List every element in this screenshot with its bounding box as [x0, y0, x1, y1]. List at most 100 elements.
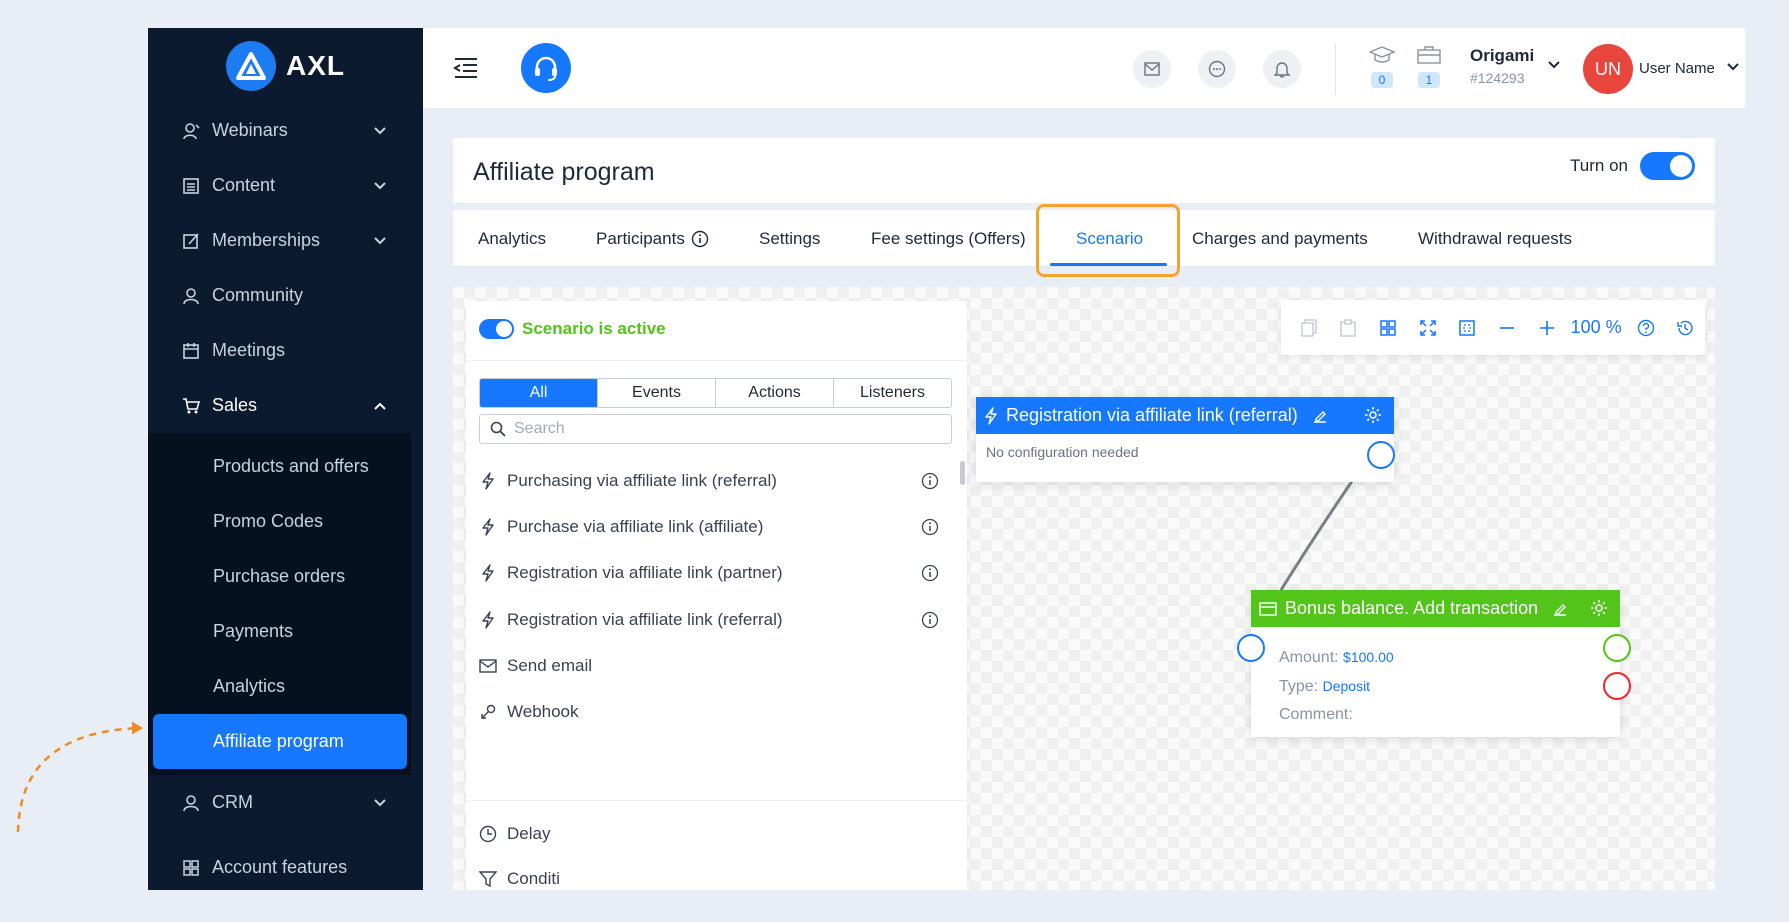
- output-port[interactable]: [1367, 441, 1395, 469]
- error-output-port[interactable]: [1603, 672, 1631, 700]
- type-label: Type:: [1279, 678, 1319, 695]
- user-name[interactable]: User Name: [1639, 60, 1715, 77]
- node-title: Registration via affiliate link (referra…: [1006, 405, 1298, 425]
- sidebar-subitem-payments[interactable]: Payments: [148, 604, 411, 659]
- tab-charges-and-payments[interactable]: Charges and payments: [1192, 229, 1368, 249]
- tab-settings[interactable]: Settings: [759, 229, 820, 249]
- sidebar-item-crm[interactable]: CRM: [148, 775, 423, 830]
- support-button[interactable]: [521, 43, 571, 93]
- trigger-node[interactable]: Registration via affiliate link (referra…: [976, 397, 1395, 482]
- user-icon: [182, 794, 200, 812]
- tab-label: Charges and payments: [1192, 229, 1368, 248]
- menu-toggle-icon[interactable]: [453, 56, 479, 80]
- chat-icon: [1208, 60, 1226, 78]
- courses-counter[interactable]: 0: [1367, 46, 1397, 89]
- webinar-icon: [182, 122, 200, 140]
- sidebar-item-community[interactable]: Community: [148, 268, 423, 323]
- lightning-icon: [985, 406, 997, 425]
- turn-on-label: Turn on: [1570, 156, 1628, 175]
- edit-icon[interactable]: [1552, 601, 1568, 617]
- sidebar-item-memberships[interactable]: Memberships: [148, 213, 423, 268]
- products-counter[interactable]: 1: [1414, 46, 1444, 89]
- graduation-cap-icon: [1368, 46, 1396, 63]
- sidebar-subitem-affiliate-program[interactable]: Affiliate program: [153, 714, 407, 769]
- comment-label: Comment:: [1279, 706, 1353, 723]
- sidebar-item-label: Meetings: [212, 340, 286, 360]
- node-connector: [1279, 440, 1382, 591]
- tab-analytics[interactable]: Analytics: [478, 229, 546, 249]
- sidebar-item-label: Sales: [212, 395, 258, 415]
- messages-button[interactable]: [1133, 50, 1171, 88]
- sidebar-subitem-promo-codes[interactable]: Promo Codes: [148, 494, 411, 549]
- sidebar-subitem-analytics[interactable]: Analytics: [148, 659, 411, 714]
- amount-label: Amount:: [1279, 649, 1339, 666]
- tab-fee-settings[interactable]: Fee settings (Offers): [871, 229, 1026, 249]
- turn-on-control: Turn on: [1570, 152, 1695, 180]
- products-count-badge: 1: [1418, 72, 1440, 88]
- briefcase-icon: [1417, 46, 1441, 64]
- axl-logo-icon: [226, 40, 276, 91]
- comment-row: Comment:: [1279, 701, 1592, 729]
- action-node[interactable]: Bonus balance. Add transaction Amount: $…: [1237, 590, 1631, 737]
- sidebar-item-webinars[interactable]: Webinars: [148, 103, 423, 158]
- tab-participants[interactable]: Participants: [596, 229, 709, 249]
- sidebar-item-label: Community: [212, 285, 304, 305]
- sidebar-item-account-features[interactable]: Account features: [148, 830, 423, 890]
- tab-withdrawal-requests[interactable]: Withdrawal requests: [1418, 229, 1572, 249]
- sidebar-item-label: CRM: [212, 792, 253, 812]
- success-output-port[interactable]: [1603, 634, 1631, 662]
- sales-submenu: Products and offers Promo Codes Purchase…: [148, 433, 411, 775]
- avatar[interactable]: UN: [1583, 44, 1633, 94]
- type-value: Deposit: [1322, 678, 1371, 694]
- top-bar: 0 1 Origami #124293 UN User Name: [423, 28, 1745, 108]
- calendar-icon: [182, 342, 200, 360]
- headset-icon: [535, 56, 557, 81]
- chevron-down-icon: [374, 181, 386, 189]
- info-icon[interactable]: [691, 230, 709, 248]
- topbar-divider: [1335, 43, 1336, 95]
- organization-switcher[interactable]: Origami #124293: [1470, 46, 1534, 86]
- tab-highlight-frame: [1036, 204, 1180, 277]
- node-body: Amount: $100.00 Type: Deposit Comment:: [1251, 627, 1620, 745]
- tab-label: Withdrawal requests: [1418, 229, 1573, 248]
- sidebar-item-label: Webinars: [212, 120, 288, 140]
- turn-on-toggle[interactable]: [1640, 152, 1695, 180]
- user-icon: [182, 287, 200, 305]
- chevron-down-icon: [374, 126, 386, 134]
- chevron-down-icon[interactable]: [1726, 62, 1740, 72]
- chevron-down-icon[interactable]: [1547, 60, 1561, 70]
- page-header: Affiliate program Turn on: [453, 138, 1715, 203]
- amount-row: Amount: $100.00: [1279, 643, 1592, 672]
- sidebar: AXL Webinars Content Memberships Communi…: [148, 28, 423, 890]
- sidebar-item-content[interactable]: Content: [148, 158, 423, 213]
- bell-icon: [1274, 62, 1290, 78]
- node-title: Bonus balance. Add transaction: [1285, 598, 1539, 618]
- node-header: Registration via affiliate link (referra…: [976, 397, 1394, 434]
- scenario-canvas[interactable]: Scenario is active All Events Actions Li…: [453, 287, 1715, 890]
- sidebar-subitem-purchase-orders[interactable]: Purchase orders: [148, 549, 411, 604]
- logo[interactable]: AXL: [148, 28, 423, 103]
- page-title: Affiliate program: [473, 158, 655, 186]
- sidebar-item-label: Account features: [212, 857, 348, 877]
- edit-icon[interactable]: [1312, 408, 1328, 424]
- notifications-button[interactable]: [1263, 50, 1301, 88]
- gear-icon[interactable]: [1364, 406, 1382, 424]
- chevron-down-icon: [374, 798, 386, 806]
- chevron-down-icon: [374, 236, 386, 244]
- brand-name: AXL: [286, 49, 345, 81]
- courses-count-badge: 0: [1371, 72, 1393, 88]
- sidebar-item-meetings[interactable]: Meetings: [148, 323, 423, 378]
- mail-icon: [1144, 62, 1160, 76]
- cart-icon: [182, 397, 200, 415]
- sidebar-item-sales[interactable]: Sales: [148, 378, 423, 433]
- content-icon: [182, 177, 200, 195]
- org-id: #124293: [1470, 70, 1525, 86]
- grid-icon: [182, 859, 200, 877]
- input-port[interactable]: [1237, 634, 1265, 662]
- gear-icon[interactable]: [1590, 599, 1608, 617]
- chat-button[interactable]: [1198, 50, 1236, 88]
- sidebar-subitem-products[interactable]: Products and offers: [148, 439, 411, 494]
- sidebar-item-label: Content: [212, 175, 276, 195]
- chevron-up-icon: [374, 402, 386, 410]
- tab-label: Participants: [596, 229, 685, 248]
